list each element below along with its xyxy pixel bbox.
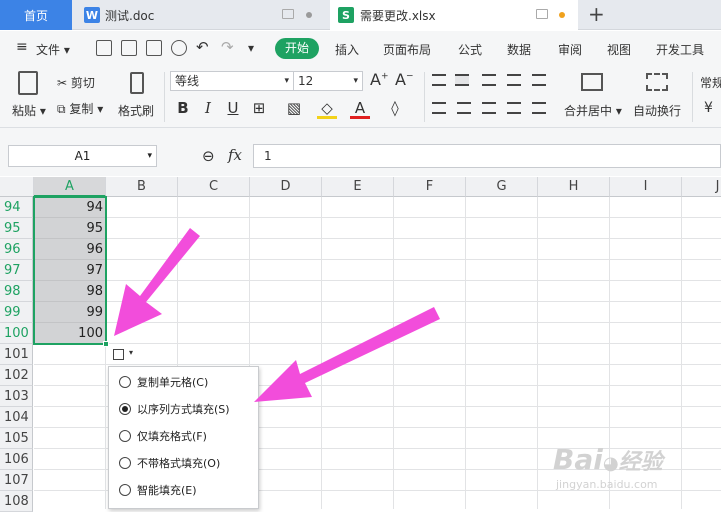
watermark-url: jingyan.baidu.com <box>556 478 658 491</box>
arrow-to-series-option <box>254 307 440 402</box>
arrow-to-fill-handle <box>114 228 200 336</box>
annotation-arrows <box>114 228 440 402</box>
watermark-logo: Bai◕经验 <box>553 443 663 476</box>
